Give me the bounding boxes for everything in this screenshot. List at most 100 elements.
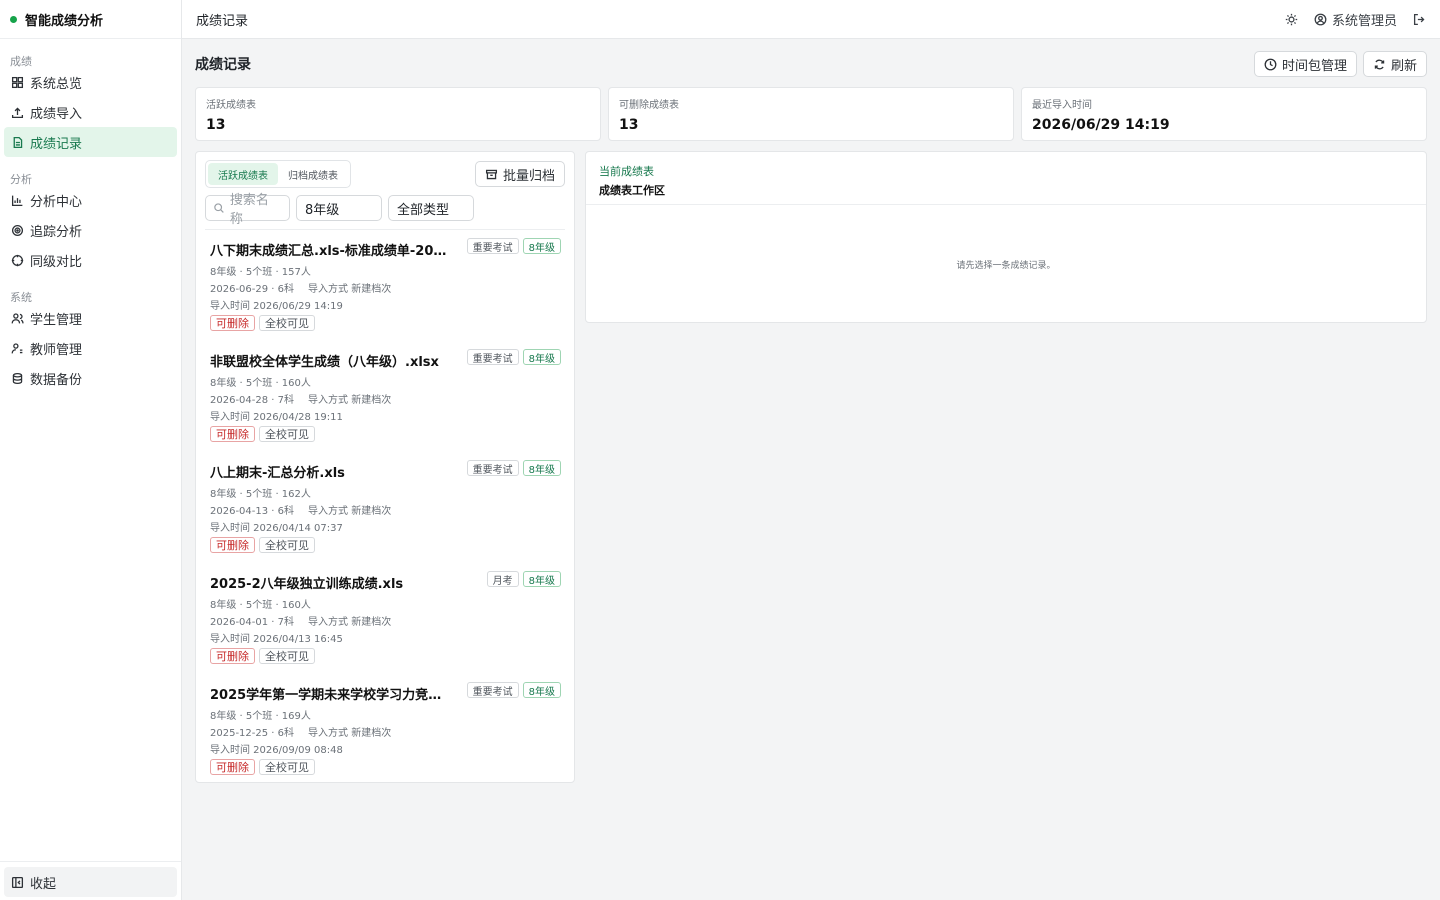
user-menu[interactable]: 系统管理员 xyxy=(1314,10,1397,29)
stat-label: 最近导入时间 xyxy=(1032,100,1092,111)
detail-header: 当前成绩表 成绩表工作区 xyxy=(586,152,1426,205)
refresh-label: 刷新 xyxy=(1390,57,1417,73)
visibility-badge: 全校可见 xyxy=(259,759,315,775)
record-badges: 可删除 全校可见 xyxy=(210,315,561,331)
grade-tag: 8年级 xyxy=(522,571,561,587)
collapse-sidebar-button[interactable]: 收起 xyxy=(4,867,177,897)
record-date: 2026-04-13 · 6科 xyxy=(210,506,295,517)
breadcrumb: 成绩记录 xyxy=(196,13,249,29)
record-date-row: 2026-04-28 · 7科 导入方式 新建档次 xyxy=(210,391,561,406)
archive-icon xyxy=(485,169,498,179)
sidebar-item-label: 学生管理 xyxy=(30,312,83,328)
record-import-mode: 导入方式 新建档次 xyxy=(308,506,392,517)
record-meta: 8年级 · 5个班 · 160人 xyxy=(210,600,311,611)
sidebar-item-records[interactable]: 成绩记录 xyxy=(4,127,177,157)
sidebar-item-overview[interactable]: 系统总览 xyxy=(4,67,177,97)
sidebar: 智能成绩分析 成绩 系统总览 成绩导入 成绩记录 分析 分析中心 追踪分析 同级… xyxy=(0,0,182,900)
sidebar-item-backup[interactable]: 数据备份 xyxy=(4,363,177,393)
record-date-row: 2026-04-01 · 7科 导入方式 新建档次 xyxy=(210,613,561,628)
document-icon xyxy=(10,135,24,149)
record-meta: 8年级 · 5个班 · 157人 xyxy=(210,267,311,278)
sidebar-item-import[interactable]: 成绩导入 xyxy=(4,97,177,127)
record-title: 2025学年第一学期未来学校学习力竞赛… xyxy=(210,688,453,703)
record-badges: 可删除 全校可见 xyxy=(210,426,561,442)
grade-tag: 8年级 xyxy=(522,682,561,698)
tab-archived-sheets[interactable]: 归档成绩表 xyxy=(278,163,348,185)
sidebar-item-label: 同级对比 xyxy=(30,254,83,270)
exam-type-tag: 重要考试 xyxy=(466,238,519,254)
record-date: 2025-12-25 · 6科 xyxy=(210,728,295,739)
page-actions: 时间包管理 刷新 xyxy=(1253,51,1427,77)
record-date-row: 2026-06-29 · 6科 导入方式 新建档次 xyxy=(210,280,561,295)
visibility-badge: 全校可见 xyxy=(259,426,315,442)
record-meta: 8年级 · 5个班 · 162人 xyxy=(210,489,311,500)
grade-select[interactable]: 8年级 xyxy=(296,195,382,221)
refresh-button[interactable]: 刷新 xyxy=(1362,51,1427,77)
topbar: 成绩记录 系统管理员 xyxy=(182,0,1440,39)
sidebar-item-analysis-center[interactable]: 分析中心 xyxy=(4,185,177,215)
record-date-row: 2025-12-25 · 6科 导入方式 新建档次 xyxy=(210,724,561,739)
nav-section-analysis: 分析 分析中心 追踪分析 同级对比 xyxy=(0,157,181,275)
record-title: 2025-2八年级独立训练成绩.xls xyxy=(210,577,404,592)
logout-icon[interactable] xyxy=(1413,13,1426,26)
exam-type-tag: 重要考试 xyxy=(466,682,519,698)
list-item[interactable]: 非联盟校全体学生成绩（八年级）.xlsx 重要考试 8年级 8年级 · 5个班 … xyxy=(210,341,561,452)
stat-card-active: 活跃成绩表 13 xyxy=(195,87,601,141)
record-date: 2026-06-29 · 6科 xyxy=(210,284,295,295)
detail-label: 当前成绩表 xyxy=(599,165,654,178)
list-item[interactable]: 八下期末成绩汇总.xls-标准成绩单-202… 重要考试 8年级 8年级 · 5… xyxy=(210,230,561,341)
sidebar-item-label: 数据备份 xyxy=(30,372,83,388)
deletable-badge: 可删除 xyxy=(210,648,255,664)
record-tags: 重要考试 8年级 xyxy=(466,460,561,476)
sidebar-item-peer-compare[interactable]: 同级对比 xyxy=(4,245,177,275)
list-tabs: 活跃成绩表 归档成绩表 xyxy=(205,160,351,188)
record-title: 八下期末成绩汇总.xls-标准成绩单-202… xyxy=(210,244,453,259)
search-icon xyxy=(214,203,224,213)
search-input[interactable]: 搜索名称 xyxy=(205,193,290,227)
record-date: 2026-04-01 · 7科 xyxy=(210,617,295,628)
sidebar-item-teachers[interactable]: 教师管理 xyxy=(4,333,177,363)
exam-type-tag: 重要考试 xyxy=(466,460,519,476)
theme-toggle-sun-icon[interactable] xyxy=(1285,13,1298,26)
record-badges: 可删除 全校可见 xyxy=(210,537,561,553)
nav-section-scores: 成绩 系统总览 成绩导入 成绩记录 xyxy=(0,39,181,157)
deletable-badge: 可删除 xyxy=(210,759,255,775)
sidebar-item-label: 分析中心 xyxy=(30,194,83,210)
stat-card-last-import: 最近导入时间 2026/06/29 14:19 xyxy=(1021,87,1427,141)
record-import-time: 导入时间 2026/04/13 16:45 xyxy=(210,634,343,645)
crosshair-icon xyxy=(10,253,24,267)
list-item[interactable]: 八上期末-汇总分析.xls 重要考试 8年级 8年级 · 5个班 · 162人 … xyxy=(210,452,561,563)
time-pack-button[interactable]: 时间包管理 xyxy=(1253,51,1357,77)
nav-section-label: 系统 xyxy=(10,291,32,304)
batch-archive-button[interactable]: 批量归档 xyxy=(474,161,565,187)
upload-icon xyxy=(10,105,24,119)
visibility-badge: 全校可见 xyxy=(259,315,315,331)
list-item[interactable]: 2025学年第一学期未来学校学习力竞赛… 重要考试 8年级 8年级 · 5个班 … xyxy=(210,674,561,785)
list-item[interactable]: 2025-2八年级独立训练成绩.xls 月考 8年级 8年级 · 5个班 · 1… xyxy=(210,563,561,674)
visibility-badge: 全校可见 xyxy=(259,537,315,553)
stat-label: 活跃成绩表 xyxy=(206,100,256,111)
records-list-panel: 活跃成绩表 归档成绩表 批量归档 搜索名称 8年级 全部类型 八下期末成绩汇总.… xyxy=(195,151,575,783)
app-title: 智能成绩分析 xyxy=(25,13,104,29)
record-import-time: 导入时间 2026/04/14 07:37 xyxy=(210,523,343,534)
record-title: 非联盟校全体学生成绩（八年级）.xlsx xyxy=(210,355,439,370)
sidebar-item-students[interactable]: 学生管理 xyxy=(4,303,177,333)
sidebar-item-label: 成绩记录 xyxy=(30,136,83,152)
deletable-badge: 可删除 xyxy=(210,537,255,553)
page-title: 成绩记录 xyxy=(195,57,251,73)
list-toolbar: 活跃成绩表 归档成绩表 批量归档 搜索名称 8年级 全部类型 xyxy=(196,152,574,230)
nav-section-system: 系统 学生管理 教师管理 数据备份 xyxy=(0,275,181,393)
record-meta: 8年级 · 5个班 · 160人 xyxy=(210,378,311,389)
record-import-time: 导入时间 2026/06/29 14:19 xyxy=(210,301,343,312)
stat-value: 13 xyxy=(206,117,226,133)
time-pack-label: 时间包管理 xyxy=(1281,57,1347,73)
search-placeholder: 搜索名称 xyxy=(229,193,269,227)
sidebar-item-tracking[interactable]: 追踪分析 xyxy=(4,215,177,245)
type-select[interactable]: 全部类型 xyxy=(388,195,474,221)
page-header: 成绩记录 时间包管理 刷新 xyxy=(195,51,1427,77)
record-tags: 重要考试 8年级 xyxy=(466,238,561,254)
clock-icon xyxy=(1264,58,1277,70)
tab-active-sheets[interactable]: 活跃成绩表 xyxy=(208,163,278,185)
stats-row: 活跃成绩表 13 可删除成绩表 13 最近导入时间 2026/06/29 14:… xyxy=(195,87,1427,141)
sidebar-item-label: 追踪分析 xyxy=(30,224,83,240)
